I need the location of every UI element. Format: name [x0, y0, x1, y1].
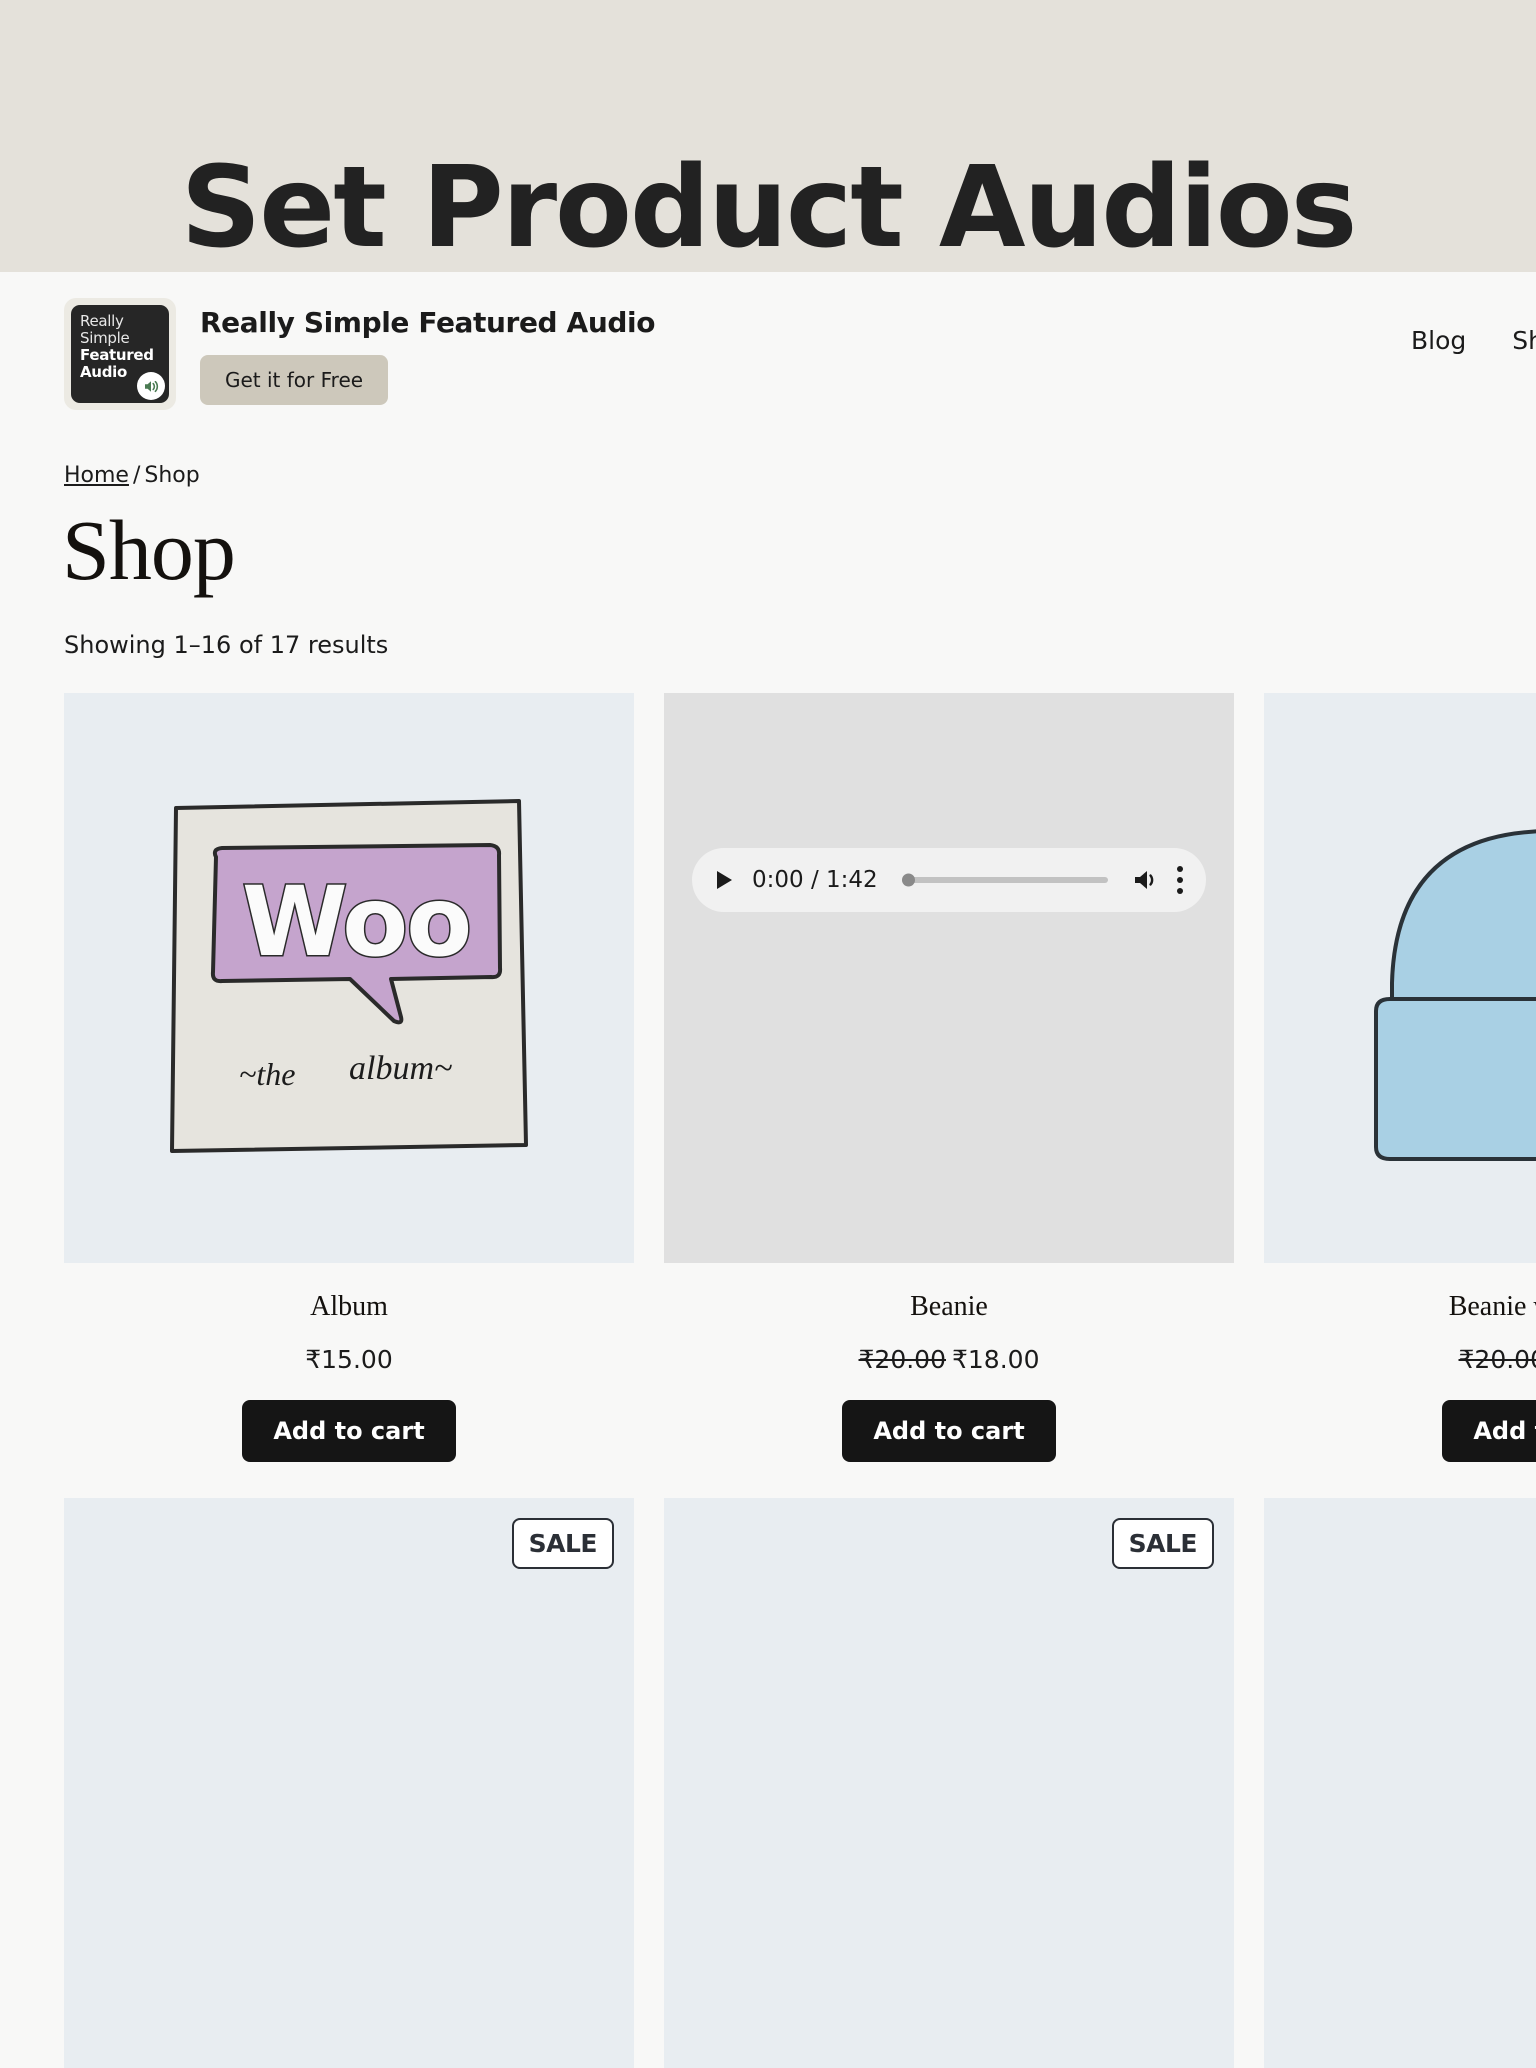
- audio-progress-bar[interactable]: [901, 873, 1108, 887]
- svg-text:album~: album~: [349, 1050, 452, 1087]
- audio-progress-thumb[interactable]: [901, 873, 915, 887]
- cart-row: Add to cart: [1264, 1400, 1536, 1462]
- product-image-row2-1[interactable]: SALE: [64, 1498, 634, 2068]
- price-sale: ₹18.00: [952, 1345, 1040, 1374]
- product-card-beanie-with-logo[interactable]: Beanie with Logo ₹20.00₹18.00 Add to car…: [1264, 693, 1536, 1462]
- page-banner: Set Product Audios: [0, 0, 1536, 272]
- status-badge: SALE: [1111, 1518, 1214, 1569]
- product-audio-beanie: 0:00 / 1:42: [664, 693, 1234, 1263]
- breadcrumb-home-link[interactable]: Home: [64, 463, 129, 488]
- price-original: ₹20.00: [858, 1345, 946, 1374]
- product-name: Beanie with Logo: [1448, 1291, 1536, 1322]
- volume-icon[interactable]: [1132, 868, 1160, 892]
- breadcrumb-separator: /: [132, 463, 141, 488]
- product-image-row2-2[interactable]: SALE: [664, 1498, 1234, 2068]
- audio-player[interactable]: 0:00 / 1:42: [692, 848, 1206, 912]
- page-title: Shop: [62, 502, 236, 598]
- price-value: ₹15.00: [305, 1345, 393, 1374]
- banner-title: Set Product Audios: [180, 143, 1358, 272]
- logo-text: Really Simple Featured Audio: [80, 313, 154, 381]
- product-image-beanie-with-logo[interactable]: [1264, 693, 1536, 1263]
- product-card-row2-2[interactable]: SALE: [664, 1498, 1234, 2068]
- breadcrumb-current: Shop: [144, 463, 200, 488]
- speaker-icon: [137, 372, 165, 400]
- product-price: ₹20.00₹18.00: [1264, 1345, 1536, 1374]
- get-it-for-free-button[interactable]: Get it for Free: [200, 355, 389, 405]
- product-image-row2-3[interactable]: [1264, 1498, 1536, 2068]
- add-to-cart-button[interactable]: Add to cart: [242, 1400, 456, 1462]
- logo-tile: Really Simple Featured Audio: [71, 305, 169, 403]
- price-original: ₹20.00: [1458, 1345, 1536, 1374]
- product-card-beanie[interactable]: 0:00 / 1:42 Beanie ₹20.00 ₹18.00 Add to …: [664, 693, 1234, 1462]
- nav-item-blog[interactable]: Blog: [1411, 326, 1466, 355]
- product-name: Beanie: [910, 1291, 988, 1322]
- product-image-album[interactable]: Woo ~the album~: [64, 693, 634, 1263]
- product-name: Album: [310, 1291, 388, 1322]
- logo-line-1: Really: [80, 312, 124, 330]
- product-price: ₹15.00: [64, 1345, 634, 1374]
- brand-copy: Really Simple Featured Audio Get it for …: [200, 298, 655, 405]
- brand-name: Really Simple Featured Audio: [200, 306, 656, 339]
- play-icon[interactable]: [714, 868, 736, 892]
- svg-text:Woo: Woo: [242, 866, 470, 978]
- product-price: ₹20.00₹18.00: [664, 1345, 1234, 1374]
- more-vertical-icon[interactable]: [1176, 866, 1184, 894]
- add-to-cart-button[interactable]: Add to cart: [1442, 1400, 1536, 1462]
- nav-item-shop[interactable]: Shop: [1512, 326, 1536, 355]
- site-header: Really Simple Featured Audio Really Simp…: [0, 272, 1536, 435]
- add-to-cart-button[interactable]: Add to cart: [842, 1400, 1056, 1462]
- cart-row: Add to cart: [664, 1400, 1234, 1462]
- svg-text:~the: ~the: [239, 1056, 295, 1092]
- logo-line-3: Featured: [80, 346, 154, 364]
- cart-row: Add to cart: [64, 1400, 634, 1462]
- site-nav: Blog Shop: [1411, 326, 1536, 355]
- result-count: Showing 1–16 of 17 results: [64, 631, 389, 659]
- brand-block: Really Simple Featured Audio Really Simp…: [64, 298, 655, 410]
- product-grid: Woo ~the album~ Album ₹15.00 Add to cart: [64, 693, 1536, 2068]
- logo-line-2: Simple: [80, 329, 130, 347]
- plugin-logo: Really Simple Featured Audio: [64, 298, 176, 410]
- product-card-row2-3[interactable]: [1264, 1498, 1536, 2068]
- audio-time-display: 0:00 / 1:42: [752, 867, 878, 893]
- product-card-album[interactable]: Woo ~the album~ Album ₹15.00 Add to cart: [64, 693, 634, 1462]
- breadcrumb: Home / Shop: [64, 463, 200, 488]
- product-card-row2-1[interactable]: SALE: [64, 1498, 634, 2068]
- status-badge: SALE: [511, 1518, 614, 1569]
